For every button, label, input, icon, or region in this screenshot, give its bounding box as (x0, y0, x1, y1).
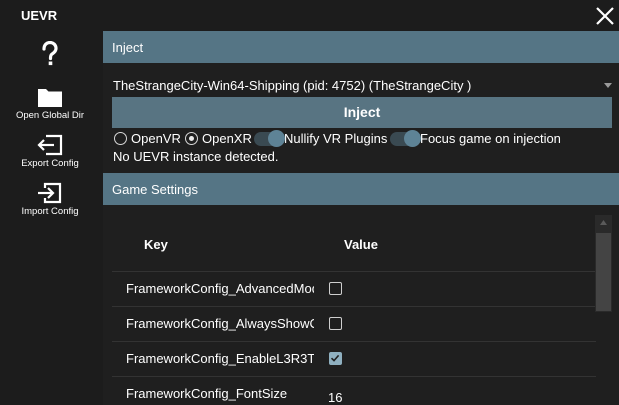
table-row: FrameworkConfig_AlwaysShowCursor (112, 306, 596, 341)
focus-game-toggle[interactable] (390, 130, 421, 147)
inject-button[interactable]: Inject (112, 97, 612, 128)
folder-icon (38, 89, 62, 107)
table-row: FrameworkConfig_AdvancedMode (112, 271, 596, 306)
game-settings-header[interactable]: Game Settings (103, 173, 619, 205)
toggle-knob (268, 130, 285, 147)
always-show-cursor-checkbox[interactable] (329, 317, 342, 330)
import-icon (38, 182, 62, 204)
title-bar: UEVR (0, 0, 619, 31)
export-icon (37, 134, 63, 156)
chevron-down-icon (604, 83, 612, 88)
checkmark-icon (330, 354, 340, 362)
scroll-up-arrow-icon (600, 220, 607, 225)
enable-l3r3-toggle-checkbox[interactable] (329, 352, 342, 365)
setting-key: FrameworkConfig_AdvancedMode (126, 281, 314, 296)
export-config-button[interactable]: Export Config (0, 134, 100, 169)
help-button[interactable] (0, 41, 100, 67)
nullify-vr-plugins-toggle[interactable] (254, 130, 285, 147)
open-global-dir-label: Open Global Dir (15, 110, 85, 121)
toggle-knob (404, 130, 421, 147)
advanced-mode-checkbox[interactable] (329, 282, 342, 295)
column-header-key: Key (144, 237, 168, 252)
open-global-dir-button[interactable]: Open Global Dir (0, 86, 100, 121)
setting-key: FrameworkConfig_FontSize (126, 386, 288, 401)
process-selected-value: TheStrangeCity-Win64-Shipping (pid: 4752… (113, 78, 472, 93)
close-button[interactable] (594, 5, 616, 27)
app-title: UEVR (21, 8, 58, 23)
setting-key: FrameworkConfig_AlwaysShowCursor (126, 316, 314, 331)
runtime-options: OpenVR OpenXR Nullify VR Plugins Focus g… (113, 130, 613, 147)
main-panel: Inject TheStrangeCity-Win64-Shipping (pi… (103, 31, 619, 405)
table-row: FrameworkConfig_EnableL3R3Toggle (112, 341, 596, 376)
process-dropdown[interactable]: TheStrangeCity-Win64-Shipping (pid: 4752… (112, 75, 612, 95)
scroll-up-button[interactable] (595, 215, 612, 232)
status-text: No UEVR instance detected. (113, 149, 279, 164)
focus-game-label: Focus game on injection (420, 131, 561, 146)
openxr-radio[interactable] (185, 132, 198, 145)
table-row: FrameworkConfig_FontSize 16 (112, 376, 596, 405)
close-icon (596, 7, 614, 25)
setting-key: FrameworkConfig_EnableL3R3Toggle (126, 351, 314, 366)
inject-section-header[interactable]: Inject (103, 31, 619, 63)
font-size-value[interactable]: 16 (328, 390, 342, 405)
openxr-label: OpenXR (202, 131, 252, 146)
import-config-label: Import Config (21, 206, 79, 217)
settings-scrollbar[interactable] (595, 215, 612, 312)
question-icon (42, 41, 58, 66)
settings-table: Key Value FrameworkConfig_AdvancedMode F… (112, 215, 596, 405)
column-header-value: Value (344, 237, 378, 252)
openvr-label: OpenVR (131, 131, 181, 146)
export-config-label: Export Config (21, 158, 79, 169)
openvr-radio[interactable] (114, 132, 127, 145)
nullify-vr-plugins-label: Nullify VR Plugins (284, 131, 388, 146)
import-config-button[interactable]: Import Config (0, 182, 100, 217)
scroll-thumb[interactable] (596, 233, 611, 311)
sidebar: Open Global Dir Export Config Import Con… (0, 31, 100, 405)
